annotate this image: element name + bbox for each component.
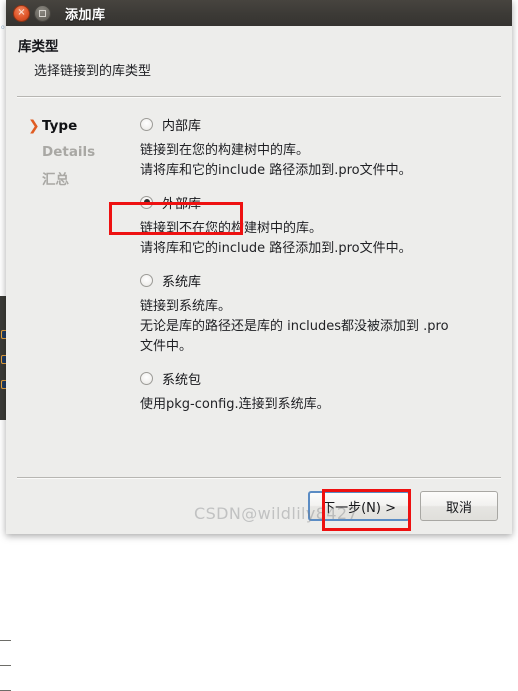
launcher-divider — [0, 665, 11, 666]
option-description: 链接到系统库。 无论是库的路径还是库的 includes都没被添加到 .pro … — [140, 297, 496, 357]
description-line: 链接到在您的构建树中的库。 — [140, 143, 310, 158]
maximize-icon[interactable] — [34, 4, 51, 22]
radio-label: 内部库 — [162, 118, 202, 134]
next-button[interactable]: 下一步(N) > — [308, 491, 410, 521]
description-line: 无论是库的路径还是库的 includes都没被添加到 .pro — [140, 319, 449, 334]
close-icon[interactable]: × — [13, 4, 30, 22]
window-title: 添加库 — [65, 7, 106, 23]
description-line: 文件中。 — [140, 339, 193, 354]
radio-icon[interactable] — [140, 273, 153, 287]
step-label: Type — [42, 118, 78, 134]
option-description: 链接到不在您的构建树中的库。 请将库和它的include 路径添加到.pro文件… — [140, 219, 496, 259]
option-system-library: 系统库 链接到系统库。 无论是库的路径还是库的 includes都没被添加到 .… — [140, 269, 496, 357]
title-bar[interactable]: × 添加库 — [6, 0, 512, 26]
radio-icon-selected[interactable] — [140, 195, 153, 209]
radio-label: 系统库 — [162, 274, 202, 290]
radio-label: 外部库 — [162, 196, 202, 212]
option-description: 链接到在您的构建树中的库。 请将库和它的include 路径添加到.pro文件中… — [140, 141, 496, 181]
option-system-package: 系统包 使用pkg-config.连接到系统库。 — [140, 367, 496, 415]
page-subtitle: 选择链接到的库类型 — [34, 64, 152, 79]
option-internal-library: 内部库 链接到在您的构建树中的库。 请将库和它的include 路径添加到.pr… — [140, 113, 496, 181]
radio-system-library[interactable]: 系统库 — [140, 269, 496, 291]
library-type-options: 内部库 链接到在您的构建树中的库。 请将库和它的include 路径添加到.pr… — [118, 113, 512, 477]
radio-system-package[interactable]: 系统包 — [140, 367, 496, 389]
radio-label: 系统包 — [162, 372, 202, 388]
radio-internal-library[interactable]: 内部库 — [140, 113, 496, 135]
add-library-dialog: × 添加库 库类型 选择链接到的库类型 ❯ Type ❯ Details — [6, 0, 512, 534]
description-line: 请将库和它的include 路径添加到.pro文件中。 — [140, 163, 412, 178]
option-description: 使用pkg-config.连接到系统库。 — [140, 395, 496, 415]
cancel-button[interactable]: 取消 — [420, 491, 498, 521]
sidebar-item-type[interactable]: ❯ Type — [28, 113, 118, 139]
sidebar-item-details: ❯ Details — [28, 139, 118, 165]
launcher-divider — [0, 640, 11, 641]
footer-bar: 下一步(N) > 取消 CSDN@wildlily8427 — [6, 478, 512, 534]
step-label: Details — [42, 144, 96, 160]
step-label: 汇总 — [42, 172, 69, 188]
wizard-step-list: ❯ Type ❯ Details ❯ 汇总 — [6, 113, 118, 477]
radio-icon[interactable] — [140, 371, 153, 385]
description-line: 使用pkg-config.连接到系统库。 — [140, 397, 330, 412]
description-line: 请将库和它的include 路径添加到.pro文件中。 — [140, 241, 412, 256]
page-title: 库类型 — [18, 39, 59, 55]
chevron-right-icon: ❯ — [28, 118, 40, 134]
content-region: ❯ Type ❯ Details ❯ 汇总 内部库 — [6, 97, 512, 477]
option-external-library: 外部库 链接到不在您的构建树中的库。 请将库和它的include 路径添加到.p… — [140, 191, 496, 259]
description-line: 链接到不在您的构建树中的库。 — [140, 221, 323, 236]
dialog-body: 库类型 选择链接到的库类型 ❯ Type ❯ Details ❯ 汇总 — [6, 26, 512, 534]
maximize-glyph — [39, 9, 46, 17]
radio-external-library[interactable]: 外部库 — [140, 191, 496, 213]
desktop-artifact: o — [1, 24, 5, 31]
close-glyph: × — [17, 6, 26, 18]
description-line: 链接到系统库。 — [140, 299, 232, 314]
radio-icon[interactable] — [140, 117, 153, 131]
header-block: 库类型 选择链接到的库类型 — [6, 26, 512, 81]
sidebar-item-summary: ❯ 汇总 — [28, 165, 118, 191]
